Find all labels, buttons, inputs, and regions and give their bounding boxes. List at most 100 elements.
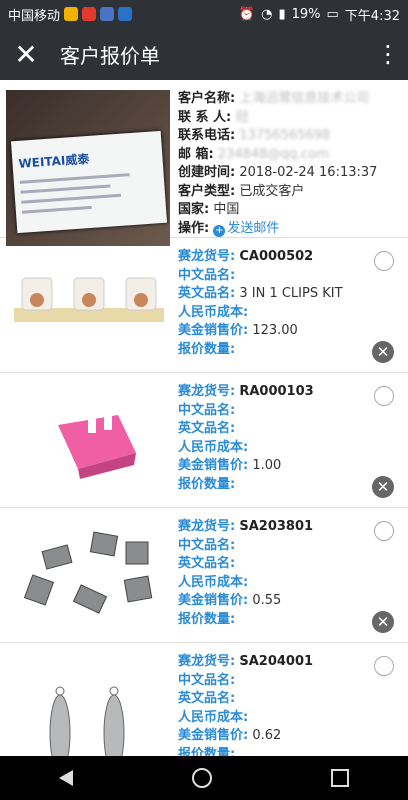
- customer-field-row: 客户名称: 上海迅鹭信息技术公司: [178, 90, 377, 109]
- product-field-rmb-cost: 人民币成本:: [178, 574, 313, 593]
- operation-row: 操作: + 发送邮件: [178, 220, 377, 239]
- product-field-code: 赛龙货号: CA000502: [178, 248, 343, 267]
- select-radio[interactable]: [374, 251, 394, 271]
- nav-recent-button[interactable]: [330, 769, 349, 787]
- product-field-cn-name: 中文品名:: [178, 672, 313, 691]
- app-bar: ✕ 客户报价单 ⋮: [0, 28, 408, 80]
- field-value: 中国: [213, 202, 240, 217]
- field-value: 冠: [235, 109, 249, 125]
- field-label: 美金销售价:: [178, 323, 249, 338]
- close-icon: ✕: [376, 343, 390, 361]
- product-row[interactable]: 赛龙货号: CA000502 中文品名: 英文品名: 3 IN 1 CLIPS K…: [0, 238, 408, 373]
- select-radio[interactable]: [374, 386, 394, 406]
- field-value: 123.00: [252, 323, 298, 338]
- product-image[interactable]: [8, 518, 170, 634]
- battery-icon: ▭: [326, 6, 339, 22]
- field-label: 国家:: [178, 202, 210, 217]
- customer-field-row: 客户类型: 已成交客户: [178, 183, 377, 202]
- more-button[interactable]: ⋮: [368, 28, 408, 80]
- app-notification-icon: [118, 7, 133, 21]
- field-label: 人民币成本:: [178, 709, 249, 725]
- field-label: 人民币成本:: [178, 304, 249, 320]
- product-info: 赛龙货号: CA000502 中文品名: 英文品名: 3 IN 1 CLIPS K…: [178, 248, 343, 359]
- product-field-usd-price: 美金销售价: 0.55: [178, 592, 313, 611]
- battery-percent: 19%: [291, 6, 321, 22]
- wifi-icon: ◔: [261, 6, 273, 22]
- product-field-en-name: 英文品名:: [178, 420, 314, 439]
- product-image[interactable]: [8, 653, 170, 756]
- product-row[interactable]: 赛龙货号: SA204001 中文品名: 英文品名: 人民币成本: 美金销售价: …: [0, 643, 408, 756]
- field-label: 英文品名:: [178, 691, 236, 706]
- field-label: 邮 箱:: [178, 146, 214, 162]
- nav-home-button[interactable]: [191, 768, 212, 788]
- field-value: 2018-02-24 16:13:37: [239, 165, 378, 180]
- product-field-cn-name: 中文品名:: [178, 402, 314, 421]
- field-value: CA000502: [239, 249, 314, 264]
- delete-button[interactable]: ✕: [372, 341, 394, 363]
- product-field-usd-price: 美金销售价: 123.00: [178, 322, 343, 341]
- product-info: 赛龙货号: RA000103 中文品名: 英文品名: 人民币成本: 美金销售价: …: [178, 383, 314, 494]
- field-value: SA203801: [239, 519, 314, 534]
- delete-button[interactable]: ✕: [372, 476, 394, 498]
- field-label: 英文品名:: [178, 556, 236, 571]
- app-notification-icon: [64, 7, 79, 21]
- field-label: 创建时间:: [178, 165, 236, 180]
- customer-field-row: 国家: 中国: [178, 201, 377, 220]
- field-label: 美金销售价:: [178, 593, 249, 608]
- field-value: SA204001: [239, 654, 314, 669]
- product-info: 赛龙货号: SA203801 中文品名: 英文品名: 人民币成本: 美金销售价: …: [178, 518, 313, 629]
- field-label: 赛龙货号:: [178, 654, 236, 669]
- field-label: 赛龙货号:: [178, 519, 236, 534]
- send-mail-label: 发送邮件: [227, 220, 280, 236]
- signal-icon: ▮: [278, 6, 286, 22]
- plus-circle-icon: +: [213, 224, 226, 237]
- field-label: 客户类型:: [178, 183, 236, 199]
- field-label: 报价数量:: [178, 611, 236, 627]
- select-radio[interactable]: [374, 521, 394, 541]
- close-icon: ✕: [376, 613, 390, 631]
- product-image[interactable]: [8, 383, 170, 499]
- customer-info: 客户名称: 上海迅鹭信息技术公司联 系 人: 冠联系电话: 1375656569…: [178, 90, 378, 237]
- product-field-qty: 报价数量:: [178, 476, 314, 495]
- field-label: 报价数量:: [178, 341, 236, 357]
- field-label: 报价数量:: [178, 746, 236, 757]
- send-mail-button[interactable]: + 发送邮件: [213, 220, 280, 237]
- product-field-rmb-cost: 人民币成本:: [178, 439, 314, 458]
- close-icon: ✕: [376, 478, 390, 496]
- operation-label: 操作:: [178, 220, 210, 236]
- carrier-label: 中国移动: [8, 8, 61, 24]
- field-label: 中文品名:: [178, 402, 236, 418]
- system-nav-bar: [0, 756, 408, 800]
- app-notification-icon: [82, 7, 97, 21]
- product-field-qty: 报价数量:: [178, 746, 313, 757]
- field-label: 客户名称:: [178, 91, 236, 106]
- select-radio[interactable]: [374, 656, 394, 676]
- field-value: 上海迅鹭信息技术公司: [239, 91, 370, 106]
- customer-field-row: 联系电话: 13756565698: [178, 127, 377, 146]
- field-label: 中文品名:: [178, 672, 236, 688]
- product-field-code: 赛龙货号: RA000103: [178, 383, 314, 402]
- field-label: 美金销售价:: [178, 728, 249, 743]
- product-field-qty: 报价数量:: [178, 341, 343, 360]
- field-value: 0.55: [252, 593, 282, 608]
- product-field-cn-name: 中文品名:: [178, 267, 343, 286]
- field-label: 赛龙货号:: [178, 384, 236, 399]
- product-field-qty: 报价数量:: [178, 611, 313, 630]
- field-value: 已成交客户: [239, 183, 305, 199]
- close-button[interactable]: ✕: [0, 28, 52, 80]
- close-icon: ✕: [14, 37, 38, 71]
- field-label: 英文品名:: [178, 286, 236, 301]
- product-row[interactable]: 赛龙货号: RA000103 中文品名: 英文品名: 人民币成本: 美金销售价: …: [0, 373, 408, 508]
- field-label: 中文品名:: [178, 267, 236, 283]
- product-row[interactable]: 赛龙货号: SA203801 中文品名: 英文品名: 人民币成本: 美金销售价: …: [0, 508, 408, 643]
- app-notification-icon: [100, 7, 115, 21]
- nav-back-button[interactable]: [59, 770, 74, 786]
- field-label: 赛龙货号:: [178, 249, 236, 264]
- product-field-usd-price: 美金销售价: 1.00: [178, 457, 314, 476]
- field-value: 0.62: [252, 728, 282, 743]
- delete-button[interactable]: ✕: [372, 611, 394, 633]
- business-card-image[interactable]: WEITAI威泰: [6, 90, 170, 246]
- field-value: RA000103: [239, 384, 314, 399]
- clock: 下午4:32: [344, 8, 400, 24]
- product-image[interactable]: [8, 248, 170, 364]
